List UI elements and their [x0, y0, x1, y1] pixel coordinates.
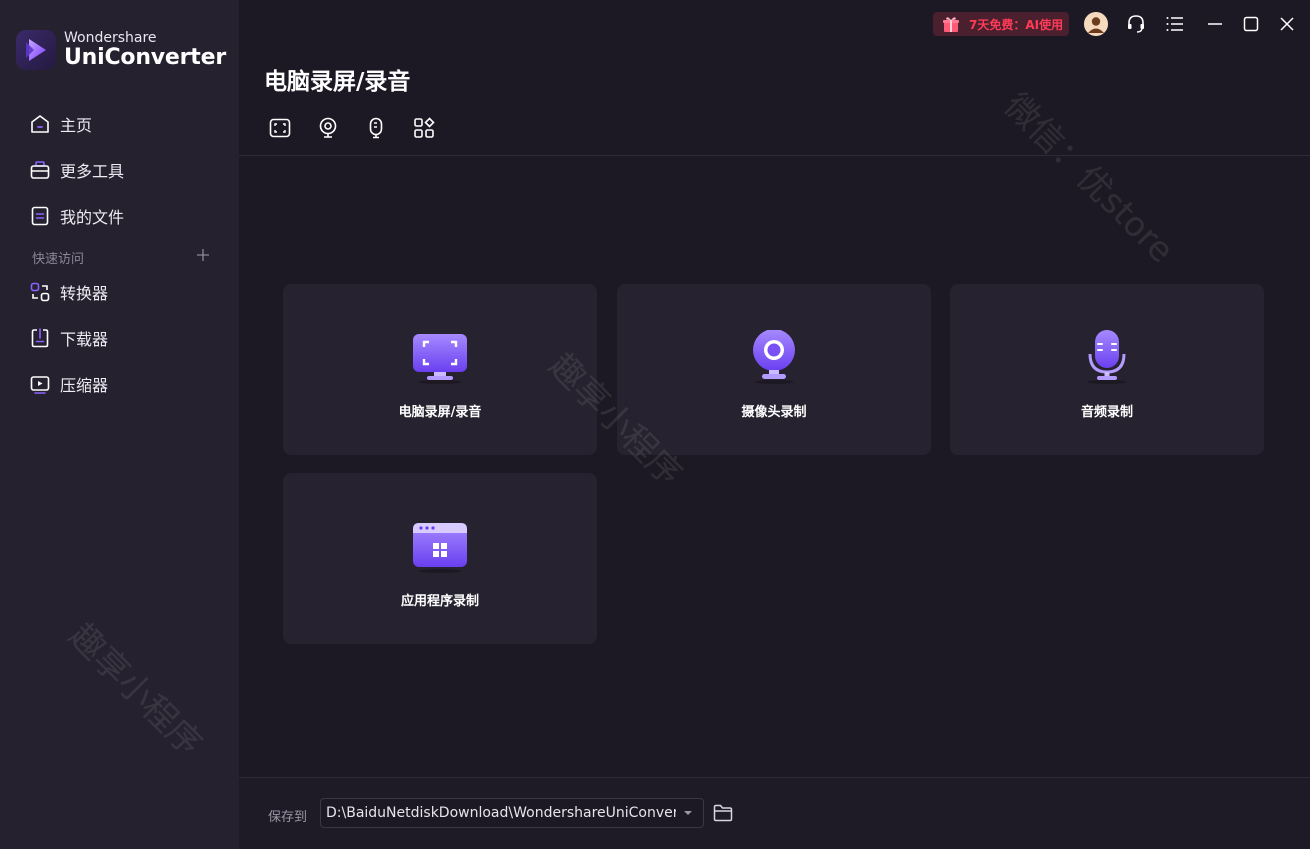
minimize-icon[interactable] [1203, 12, 1227, 36]
brand-product: UniConverter [64, 45, 226, 70]
compressor-icon [30, 376, 50, 394]
sidebar-item-downloader[interactable]: 下载器 [0, 315, 239, 361]
output-path-select[interactable]: D:\BaiduNetdiskDownload\WondershareUniCo… [320, 798, 704, 828]
watermark: 微信：优store [996, 85, 1182, 271]
quick-access-header: 快速访问 [32, 252, 85, 267]
close-icon[interactable] [1275, 12, 1299, 36]
uniconverter-logo-icon [16, 30, 56, 70]
sidebar-item-home[interactable]: 主页 [0, 101, 239, 147]
sidebar-item-label: 下载器 [60, 330, 109, 349]
promo-text: 7天免费：AI使用 [969, 17, 1064, 32]
sidebar-item-label: 更多工具 [60, 162, 125, 181]
folder-icon[interactable] [712, 802, 734, 824]
avatar[interactable] [1084, 12, 1108, 36]
maximize-icon[interactable] [1239, 12, 1263, 36]
home-icon [31, 115, 49, 133]
app-window-icon [413, 523, 467, 573]
webcam-recorder-icon [753, 330, 795, 384]
downloader-icon [31, 328, 49, 348]
app-window: Wondershare UniConverter 主页 更多工具 我的文件 快速… [0, 0, 1310, 849]
file-icon [31, 206, 49, 226]
free-trial-promo-button[interactable]: 7天免费：AI使用 [933, 12, 1069, 36]
sidebar-item-converter[interactable]: 转换器 [0, 269, 239, 315]
brand-company: Wondershare [64, 30, 157, 46]
save-to-label: 保存到 [268, 810, 308, 825]
screen-record-icon[interactable] [268, 116, 292, 140]
toolbox-icon [30, 161, 50, 179]
sidebar-item-my-files[interactable]: 我的文件 [0, 193, 239, 239]
gift-icon [943, 17, 959, 32]
webcam-icon[interactable] [316, 116, 340, 140]
output-path-value: D:\BaiduNetdiskDownload\WondershareUniCo… [326, 805, 676, 821]
converter-icon [30, 282, 50, 302]
card-label: 电脑录屏/录音 [398, 405, 482, 420]
audio-icon[interactable] [364, 116, 388, 140]
card-label: 音频录制 [1080, 405, 1133, 420]
headset-icon[interactable] [1124, 12, 1148, 36]
sidebar-item-label: 主页 [60, 116, 93, 135]
brand: Wondershare UniConverter [16, 30, 226, 70]
card-app-recorder[interactable]: 应用程序录制 [283, 473, 597, 644]
card-screen-recorder[interactable]: 电脑录屏/录音 [283, 284, 597, 455]
card-audio-recorder[interactable]: 音频录制 [950, 284, 1264, 455]
card-webcam-recorder[interactable]: 摄像头录制 [617, 284, 931, 455]
sidebar-item-label: 压缩器 [60, 376, 109, 395]
menu-icon[interactable] [1163, 12, 1187, 36]
plus-icon[interactable] [194, 246, 212, 264]
sidebar-item-label: 转换器 [60, 284, 109, 303]
sidebar: Wondershare UniConverter 主页 更多工具 我的文件 快速… [0, 0, 239, 849]
sidebar-item-label: 我的文件 [60, 208, 125, 227]
main-nav: 主页 更多工具 我的文件 [0, 101, 239, 239]
page-title: 电脑录屏/录音 [264, 69, 411, 95]
screen-recorder-icon [413, 334, 467, 384]
card-label: 摄像头录制 [741, 405, 807, 420]
sidebar-item-more-tools[interactable]: 更多工具 [0, 147, 239, 193]
header-divider [239, 155, 1310, 156]
microphone-icon [1087, 330, 1127, 384]
card-label: 应用程序录制 [400, 594, 479, 609]
apps-icon[interactable] [412, 116, 436, 140]
sidebar-item-compressor[interactable]: 压缩器 [0, 361, 239, 407]
bottom-bar: 保存到 D:\BaiduNetdiskDownload\WondershareU… [239, 777, 1310, 849]
chevron-down-icon [684, 811, 692, 815]
quick-access-nav: 转换器 下载器 压缩器 [0, 269, 239, 407]
